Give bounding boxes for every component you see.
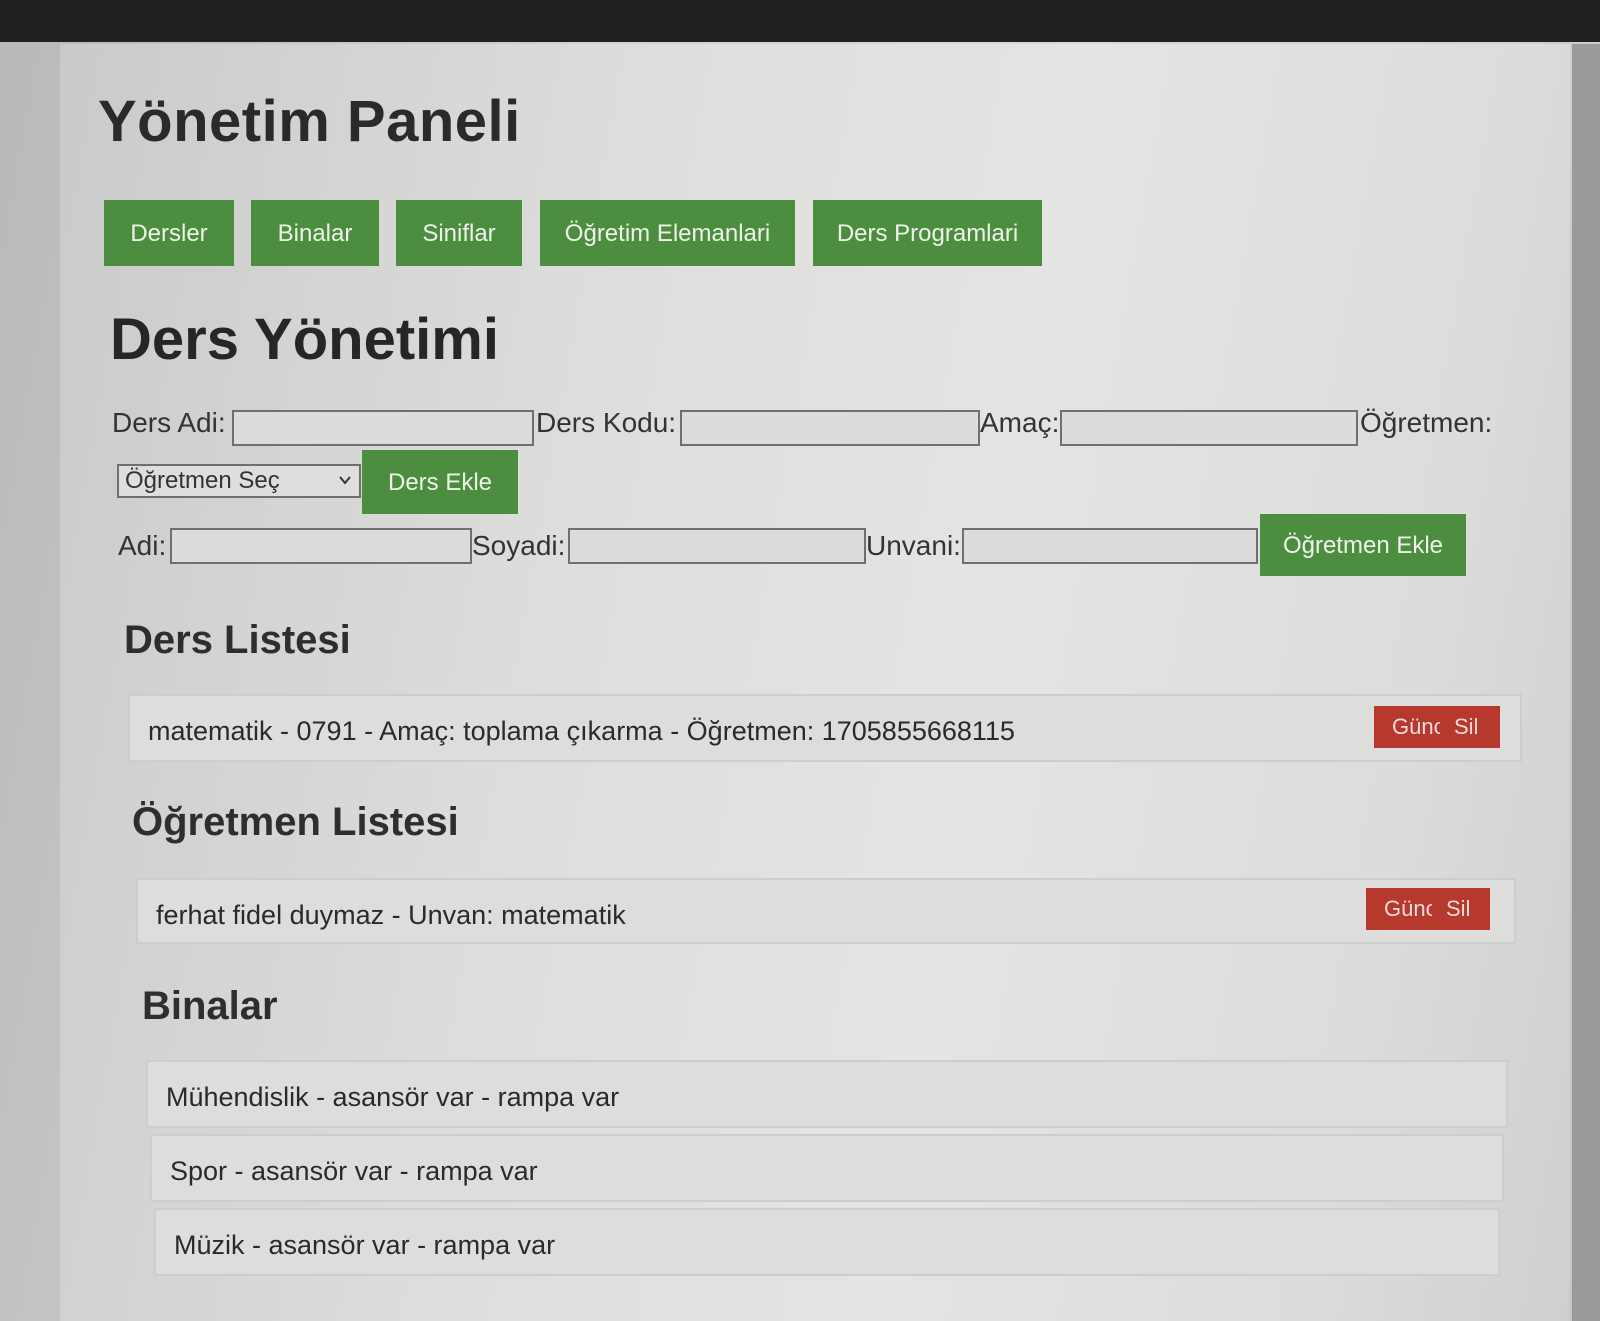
ogretmen-select-value: Öğretmen Seç [125, 467, 280, 494]
amac-label: Amaç: [980, 407, 1060, 438]
bina-list-item-text: Müzik - asansör var - rampa var [174, 1230, 556, 1260]
ogretmen-list-item: ferhat fidel duymaz - Unvan: matematik G… [136, 878, 1516, 944]
monitor-bezel [0, 0, 1600, 44]
nav-button-dersler[interactable]: Dersler [104, 200, 234, 266]
unvani-input[interactable] [962, 528, 1258, 564]
unvani-label: Unvani: [866, 530, 961, 561]
ogretmen-label: Öğretmen: [1360, 407, 1493, 438]
ders-guncelle-button[interactable]: Güncelle [1392, 706, 1440, 748]
page-title: Yönetim Paneli [98, 89, 521, 154]
ogretmen-select[interactable]: Öğretmen Seç [117, 464, 361, 498]
ogretmen-sil-button[interactable]: Sil [1446, 888, 1470, 930]
nav-button-ogretim-elemanlari[interactable]: Öğretim Elemanlari [540, 200, 795, 266]
adi-label: Adi: [118, 530, 167, 561]
section-title-ders-yonetimi: Ders Yönetimi [110, 307, 499, 372]
ogretmen-action-buttons: Güncelle Sil [1366, 888, 1490, 930]
ders-kodu-label: Ders Kodu: [536, 407, 677, 438]
ders-adi-label: Ders Adi: [112, 407, 226, 438]
bina-list-item: Spor - asansör var - rampa var [150, 1134, 1504, 1202]
page-right-edge [1572, 44, 1600, 1321]
soyadi-input[interactable] [568, 528, 866, 564]
ders-sil-button[interactable]: Sil [1454, 706, 1478, 748]
ders-listesi-title: Ders Listesi [124, 618, 351, 662]
ogretmen-guncelle-button[interactable]: Güncelle [1384, 888, 1432, 930]
binalar-title: Binalar [142, 984, 278, 1028]
nav-button-ders-programlari[interactable]: Ders Programlari [813, 200, 1042, 266]
ogretmen-listesi-title: Öğretmen Listesi [132, 800, 459, 844]
bina-list-item-text: Mühendislik - asansör var - rampa var [166, 1082, 620, 1112]
bina-list-item: Mühendislik - asansör var - rampa var [146, 1060, 1508, 1128]
ders-list-item: matematik - 0791 - Amaç: toplama çıkarma… [128, 694, 1522, 762]
nav-button-siniflar[interactable]: Siniflar [396, 200, 522, 266]
bina-list-item-text: Spor - asansör var - rampa var [170, 1156, 538, 1186]
ders-list-item-text: matematik - 0791 - Amaç: toplama çıkarma… [148, 716, 1015, 746]
soyadi-label: Soyadi: [472, 530, 566, 561]
bina-list-item: Müzik - asansör var - rampa var [154, 1208, 1500, 1276]
amac-input[interactable] [1060, 410, 1358, 446]
adi-input[interactable] [170, 528, 472, 564]
chevron-down-icon [339, 476, 351, 485]
ders-adi-input[interactable] [232, 410, 534, 446]
nav-button-binalar[interactable]: Binalar [251, 200, 379, 266]
ders-kodu-input[interactable] [680, 410, 980, 446]
ders-ekle-button[interactable]: Ders Ekle [362, 450, 518, 514]
ogretmen-ekle-button[interactable]: Öğretmen Ekle [1260, 514, 1466, 576]
ders-action-buttons: Güncelle Sil [1374, 706, 1500, 748]
ogretmen-list-item-text: ferhat fidel duymaz - Unvan: matematik [156, 900, 626, 930]
